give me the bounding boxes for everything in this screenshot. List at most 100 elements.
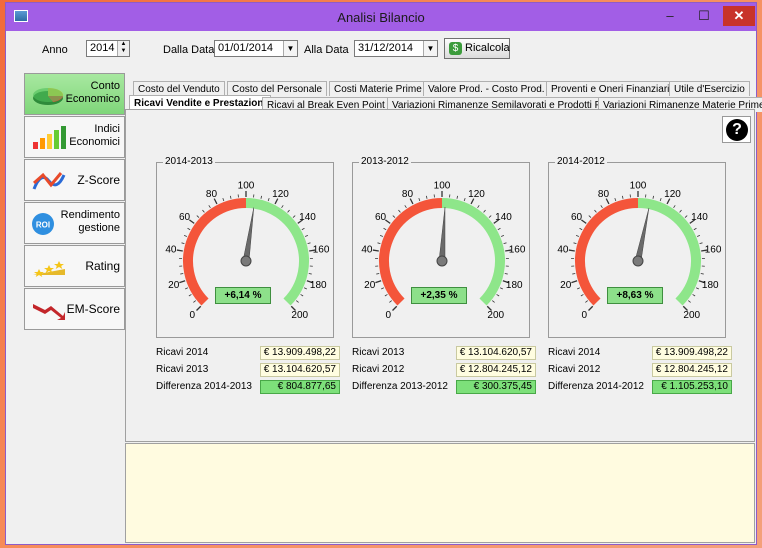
gauge-tick-label: 80 (598, 189, 610, 200)
gauge-tick-mark (300, 294, 304, 297)
gauge-value-label: +2,35 % (411, 287, 467, 304)
gauge-tick-mark (196, 305, 202, 311)
gauge-tick-mark (580, 294, 584, 297)
title-bar[interactable]: Analisi Bilancio – ☐ ✕ (6, 3, 756, 31)
gauge-tick-mark (229, 195, 232, 199)
window-title: Analisi Bilancio (337, 10, 425, 25)
gauge-tick-mark (181, 242, 185, 245)
gauge-tick-mark (492, 300, 495, 303)
gauge-tick-mark (499, 287, 504, 290)
tab-costo-del-venduto[interactable]: Costo del Venduto (133, 81, 225, 96)
nav-label: Z-Score (77, 173, 120, 187)
filter-toolbar: Anno 2014 ▲ ▼ Dalla Data 01/01/2014 ▼ All… (6, 38, 756, 61)
gauge-tick-label: 80 (206, 189, 218, 200)
gauge-tick-mark (292, 215, 296, 218)
chevron-down-icon[interactable]: ▼ (423, 41, 437, 56)
gauge-tick-label: 180 (310, 280, 327, 291)
gauge-tick-label: 0 (385, 310, 391, 321)
gauge-tick-label: 100 (238, 181, 255, 192)
anno-label: Anno (42, 44, 68, 56)
close-button[interactable]: ✕ (723, 6, 755, 26)
gauge-tick-mark (700, 273, 704, 275)
gauge-tick-mark (425, 195, 428, 199)
gauge-tick-mark (372, 249, 379, 252)
gauge-tick-mark (571, 280, 578, 284)
gauge-tick-mark (576, 287, 581, 290)
tab-content-panel: ? 2014-2013 0 20 40 60 80 100 120 140 160 180 200 … (125, 109, 755, 442)
gauge-tick-label: 140 (495, 212, 512, 223)
gauge-hub (436, 255, 448, 267)
gauge-tick-label: 160 (705, 245, 722, 256)
gauge-tick-label: 140 (691, 212, 708, 223)
notes-panel[interactable] (125, 443, 755, 543)
gauge-tick-mark (580, 219, 587, 224)
data-row: Ricavi 2014 € 13.909.498,22 (548, 346, 732, 360)
gauge-tick-label: 200 (487, 310, 504, 321)
anno-spinner[interactable]: 2014 ▲ ▼ (86, 40, 130, 57)
alla-data-value: 31/12/2014 (358, 42, 414, 54)
gauge-tick-mark (296, 300, 299, 303)
gauge-tick-mark (176, 249, 183, 252)
nav-em-score[interactable]: EM-Score (24, 288, 125, 330)
gauge-needle (634, 208, 650, 262)
row-label: Ricavi 2012 (548, 364, 601, 375)
maximize-button[interactable]: ☐ (690, 6, 718, 26)
gauge-tick-mark (383, 227, 387, 231)
ricalcola-button[interactable]: $ Ricalcola (444, 38, 510, 59)
gauge-panel-2013-2012: 2013-2012 0 20 40 60 80 100 120 140 160 180 200 +2… (352, 156, 530, 338)
anno-value: 2014 (90, 42, 115, 54)
speedometer-gauge: 0 20 40 60 80 100 120 140 160 180 200 (557, 181, 722, 322)
nav-conto-economico[interactable]: Conto Economico (24, 73, 125, 115)
help-icon: ? (726, 119, 748, 141)
dalla-data-picker[interactable]: 01/01/2014 ▼ (214, 40, 298, 57)
row-value: € 12.804.245,12 (456, 363, 536, 377)
nav-indici-economici[interactable]: Indici Economici (24, 116, 125, 158)
tab-costo-del-personale[interactable]: Costo del Personale (227, 81, 328, 96)
data-row: Ricavi 2012 € 12.804.245,12 (548, 363, 732, 377)
row-label: Ricavi 2013 (156, 364, 209, 375)
gauge-tick-mark (696, 234, 701, 237)
gauge-tick-mark (303, 287, 308, 290)
gauge-tick-mark (679, 209, 682, 213)
row-label: Differenza 2014-2013 (156, 381, 252, 392)
gauge-tick-mark (497, 227, 501, 231)
gauge-tick-mark (673, 205, 676, 209)
tab-valore-prod-costo-prod[interactable]: Valore Prod. - Costo Prod. (423, 81, 550, 96)
alla-data-label: Alla Data (304, 44, 349, 56)
data-row: Differenza 2014-2013 € 804.877,65 (156, 380, 340, 394)
gauge-tick-mark (202, 209, 205, 213)
gauge-tick-label: 60 (571, 212, 583, 223)
row-label: Ricavi 2013 (352, 347, 405, 358)
minimize-button[interactable]: – (656, 6, 684, 26)
gauge-tick-label: 40 (361, 245, 373, 256)
gauge-value-label: +6,14 % (215, 287, 271, 304)
data-row: Ricavi 2013 € 13.104.620,57 (352, 346, 536, 360)
tab-costi-materie-prime[interactable]: Costi Materie Prime (329, 81, 427, 96)
nav-label: Rendimento gestione (60, 209, 120, 234)
nav-rendimento-gestione[interactable]: ROI Rendimento gestione (24, 202, 125, 244)
gauge-tick-mark (588, 215, 592, 218)
gauge-tick-mark (477, 205, 480, 209)
gauge-tick-mark (585, 300, 588, 303)
gauge-tick-mark (572, 273, 576, 275)
gauge-tick-mark (260, 195, 263, 199)
tab-utile-esercizio[interactable]: Utile d'Esercizio (669, 81, 750, 96)
chevron-down-icon[interactable]: ▼ (283, 41, 297, 56)
help-button[interactable]: ? (722, 116, 751, 143)
dalla-data-value: 01/01/2014 (218, 42, 274, 54)
gauge-tick-label: 180 (506, 280, 523, 291)
spinner-arrows-icon[interactable]: ▲ ▼ (117, 41, 129, 56)
gauge-tick-mark (301, 227, 305, 231)
alla-data-picker[interactable]: 31/12/2014 ▼ (354, 40, 438, 57)
row-label: Ricavi 2012 (352, 364, 405, 375)
nav-z-score[interactable]: Z-Score (24, 159, 125, 201)
nav-rating[interactable]: Rating (24, 245, 125, 287)
refresh-icon: $ (449, 42, 462, 55)
gauge-tick-mark (503, 242, 507, 245)
dalla-data-label: Dalla Data (163, 44, 215, 56)
tab-proventi-oneri-finanziari[interactable]: Proventi e Oneri Finanziari (546, 81, 675, 96)
gauge-tick-mark (692, 294, 696, 297)
gauge-tick-label: 140 (299, 212, 316, 223)
gauge-tick-mark (659, 198, 662, 202)
gauge-tick-mark (652, 195, 655, 199)
